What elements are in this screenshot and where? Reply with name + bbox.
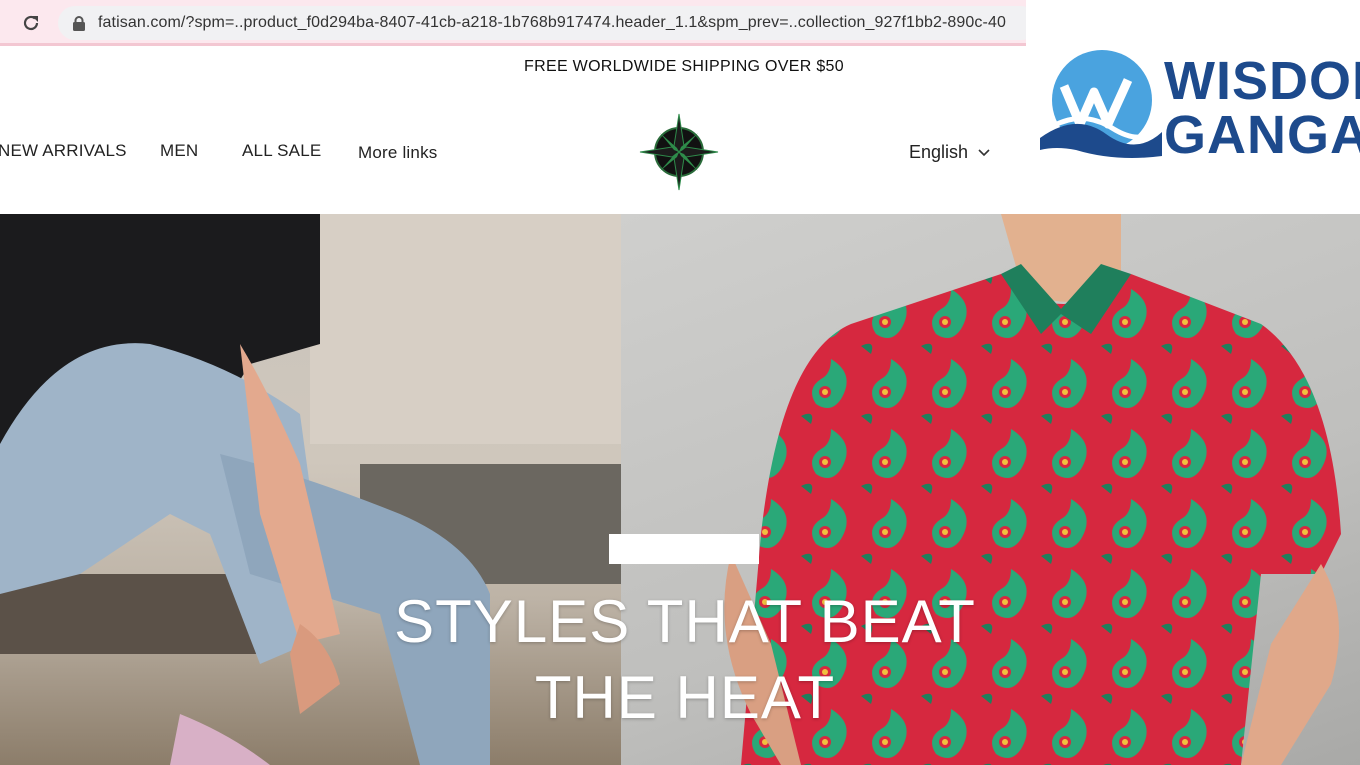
nav-new-arrivals[interactable]: NEW ARRIVALS bbox=[0, 141, 127, 161]
lock-icon bbox=[73, 16, 85, 31]
reload-button[interactable] bbox=[18, 10, 44, 36]
url-text: fatisan.com/?spm=..product_f0d294ba-8407… bbox=[98, 14, 1006, 31]
store-logo[interactable] bbox=[638, 112, 720, 192]
reload-icon bbox=[23, 15, 39, 31]
nav-men[interactable]: MEN bbox=[160, 141, 198, 161]
watermark-line-2: GANGA bbox=[1164, 105, 1360, 165]
announcement-bar: FREE WORLDWIDE SHIPPING OVER $50 bbox=[524, 58, 844, 75]
wisdom-ganga-watermark: WISDOM GANGA bbox=[1026, 0, 1360, 214]
language-label: English bbox=[909, 142, 969, 162]
language-selector[interactable]: English bbox=[909, 142, 990, 163]
hero-cta-button[interactable] bbox=[609, 534, 759, 564]
chevron-down-icon bbox=[978, 148, 990, 156]
hero-title-line-2: THE HEAT bbox=[534, 664, 836, 731]
browser-address-bar: fatisan.com/?spm=..product_f0d294ba-8407… bbox=[0, 0, 1038, 46]
hero-banner: STYLES THAT BEAT THE HEAT bbox=[0, 214, 1360, 765]
nav-more-links[interactable]: More links bbox=[358, 143, 437, 163]
nav-all-sale[interactable]: ALL SALE bbox=[242, 141, 321, 161]
hero-title-line-1: STYLES THAT BEAT bbox=[394, 588, 976, 655]
url-field[interactable]: fatisan.com/?spm=..product_f0d294ba-8407… bbox=[58, 6, 1038, 40]
compass-logo-icon bbox=[639, 113, 719, 191]
